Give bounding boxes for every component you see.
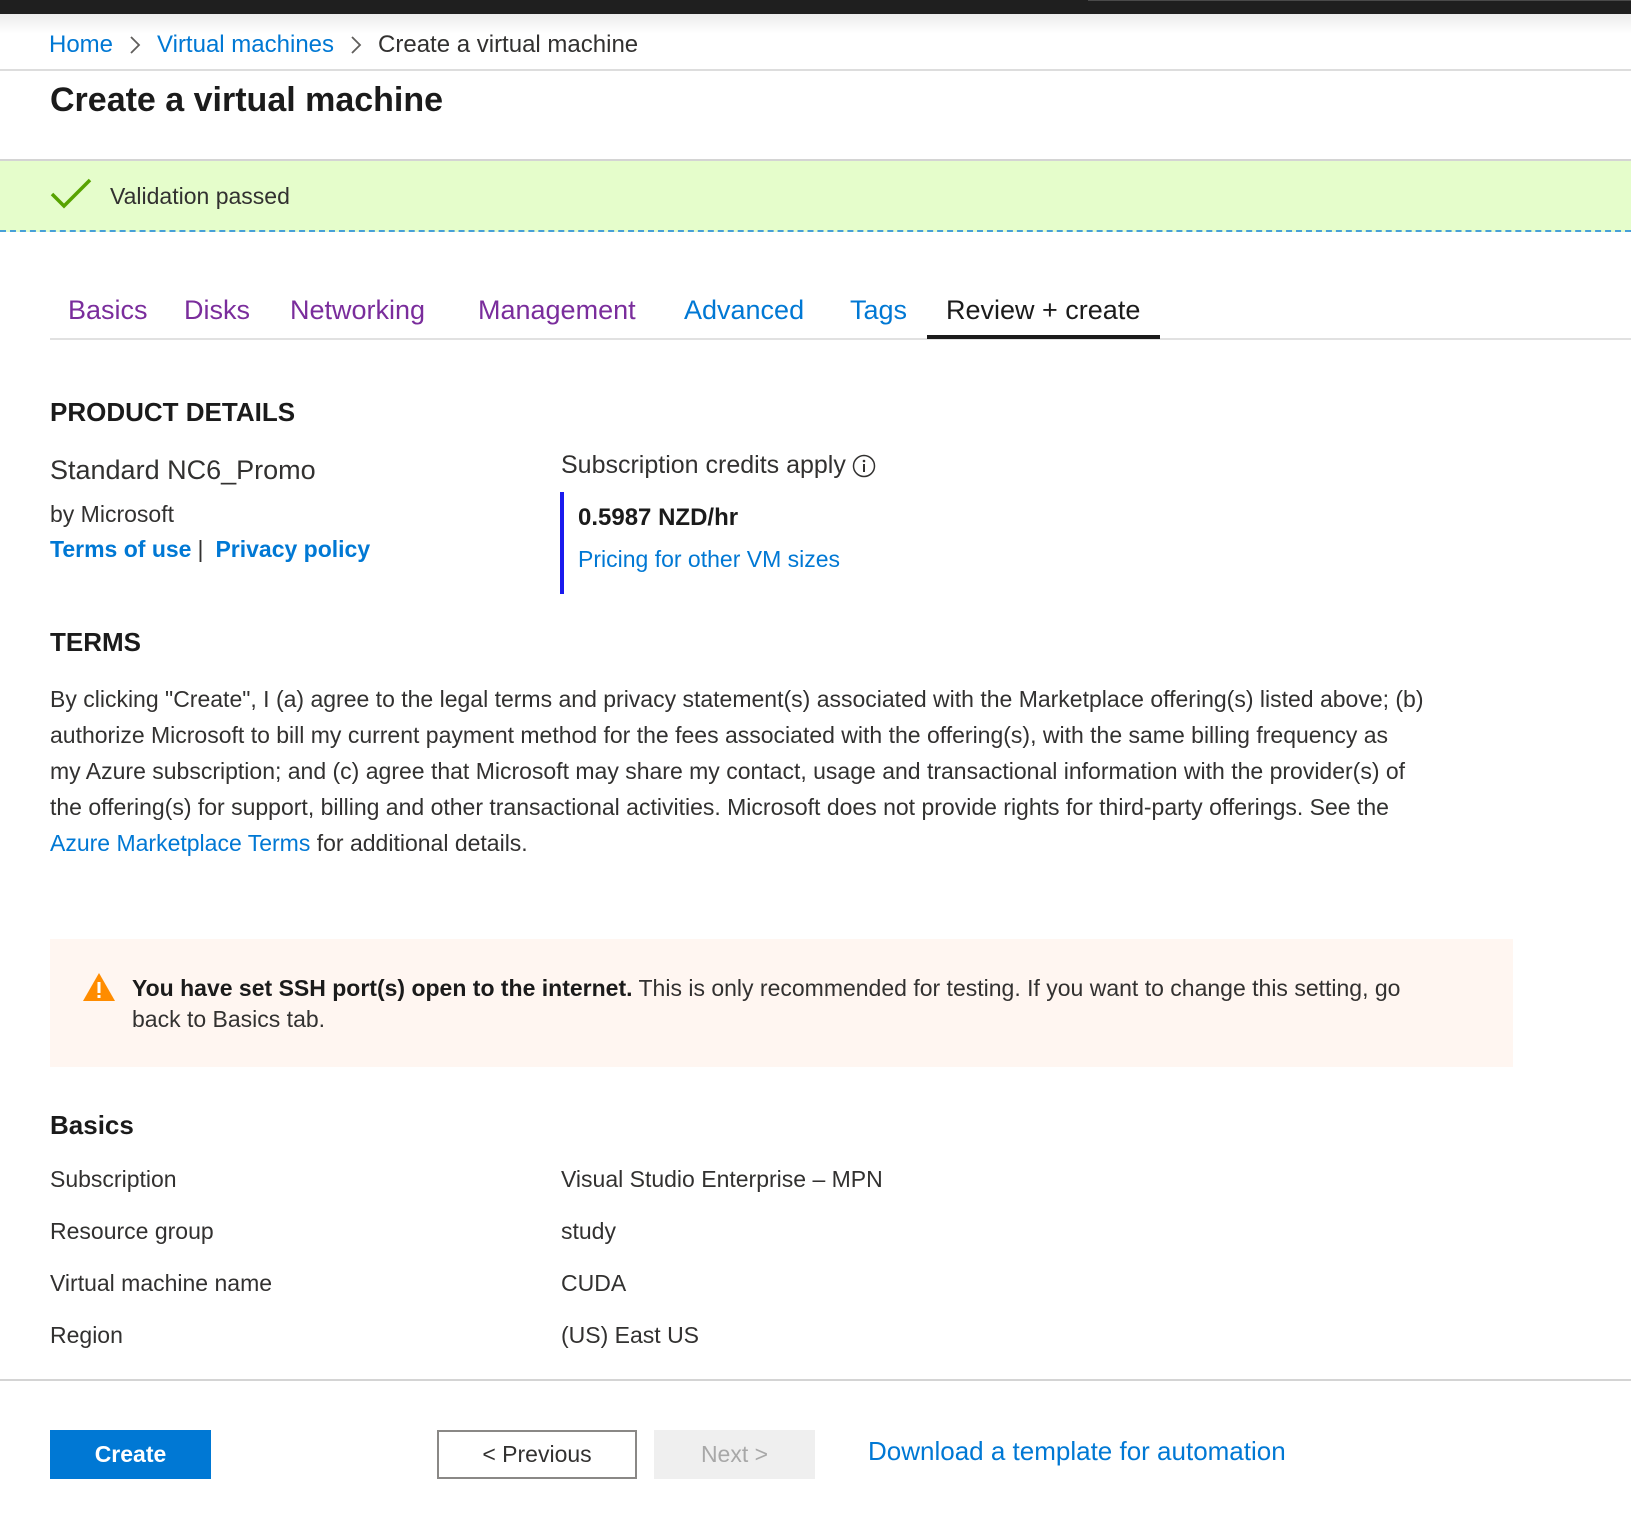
create-button[interactable]: Create [50, 1430, 211, 1479]
azure-marketplace-terms-link[interactable]: Azure Marketplace Terms [50, 830, 310, 856]
warning-icon [82, 972, 116, 1007]
price-accent-bar [560, 492, 564, 594]
product-publisher: by Microsoft [50, 501, 174, 527]
credits-label: Subscription credits apply [561, 451, 846, 479]
validation-message: Validation passed [110, 183, 290, 209]
terms-line: authorize Microsoft to bill my current p… [50, 722, 1389, 748]
tab-management[interactable]: Management [478, 295, 636, 326]
check-icon [50, 177, 92, 216]
active-tab-indicator [927, 335, 1160, 339]
resource-group-label: Resource group [50, 1218, 214, 1244]
subscription-label: Subscription [50, 1166, 177, 1192]
warning-text: You have set SSH port(s) open to the int… [132, 973, 1472, 1035]
top-bar-edge [1088, 0, 1631, 1]
region-value: (US) East US [561, 1322, 700, 1348]
tab-review-create[interactable]: Review + create [946, 295, 1140, 326]
breadcrumb: Home Virtual machines Create a virtual m… [49, 28, 638, 62]
subscription-value: Visual Studio Enterprise – MPN [561, 1166, 883, 1192]
product-name: Standard NC6_Promo [50, 455, 316, 485]
vm-name-value: CUDA [561, 1270, 627, 1296]
footer-divider [0, 1379, 1631, 1381]
chevron-right-icon [113, 34, 157, 56]
terms-suffix: for additional details. [310, 830, 528, 856]
terms-line: Azure Marketplace Terms for additional d… [50, 825, 1480, 861]
tab-tags[interactable]: Tags [850, 295, 907, 326]
header-divider [0, 69, 1631, 71]
wizard-tabs: Basics Disks Networking Management Advan… [50, 281, 1631, 340]
price-value: 0.5987 NZD/hr [578, 504, 739, 531]
privacy-policy-link[interactable]: Privacy policy [215, 536, 370, 563]
product-details-heading: PRODUCT DETAILS [50, 397, 296, 427]
portal-top-bar [0, 0, 1631, 14]
info-icon[interactable] [852, 454, 876, 478]
tab-networking[interactable]: Networking [290, 295, 425, 326]
tab-advanced[interactable]: Advanced [684, 295, 804, 326]
pricing-other-sizes-link[interactable]: Pricing for other VM sizes [578, 546, 840, 573]
previous-button[interactable]: < Previous [437, 1430, 637, 1479]
subscription-credits: Subscription credits apply [561, 451, 876, 480]
link-separator: | [197, 536, 204, 562]
warning-detail-line2: back to Basics tab. [132, 1006, 326, 1032]
ssh-warning-banner: You have set SSH port(s) open to the int… [50, 939, 1513, 1067]
tab-basics[interactable]: Basics [68, 295, 148, 326]
download-template-link[interactable]: Download a template for automation [868, 1436, 1286, 1467]
warning-bold-text: You have set SSH port(s) open to the int… [132, 975, 633, 1001]
terms-heading: TERMS [50, 627, 141, 657]
breadcrumb-virtual-machines[interactable]: Virtual machines [157, 31, 334, 59]
warning-detail: This is only recommended for testing. If… [632, 975, 1401, 1001]
region-label: Region [50, 1322, 123, 1348]
terms-line: my Azure subscription; and (c) agree tha… [50, 758, 1406, 784]
basics-heading: Basics [50, 1110, 134, 1140]
next-button[interactable]: Next > [654, 1430, 815, 1479]
product-links: Terms of use | Privacy policy [50, 536, 370, 563]
terms-text: By clicking "Create", I (a) agree to the… [50, 681, 1480, 861]
breadcrumb-home[interactable]: Home [49, 31, 113, 59]
page-title: Create a virtual machine [50, 81, 444, 119]
validation-banner: Validation passed [0, 159, 1631, 232]
terms-of-use-link[interactable]: Terms of use [50, 536, 191, 563]
breadcrumb-current: Create a virtual machine [378, 31, 639, 58]
resource-group-value: study [561, 1218, 616, 1244]
vm-name-label: Virtual machine name [50, 1270, 273, 1296]
tab-disks[interactable]: Disks [184, 295, 250, 326]
terms-line: the offering(s) for support, billing and… [50, 794, 1389, 820]
terms-line: By clicking "Create", I (a) agree to the… [50, 686, 1424, 712]
chevron-right-icon [334, 34, 378, 56]
